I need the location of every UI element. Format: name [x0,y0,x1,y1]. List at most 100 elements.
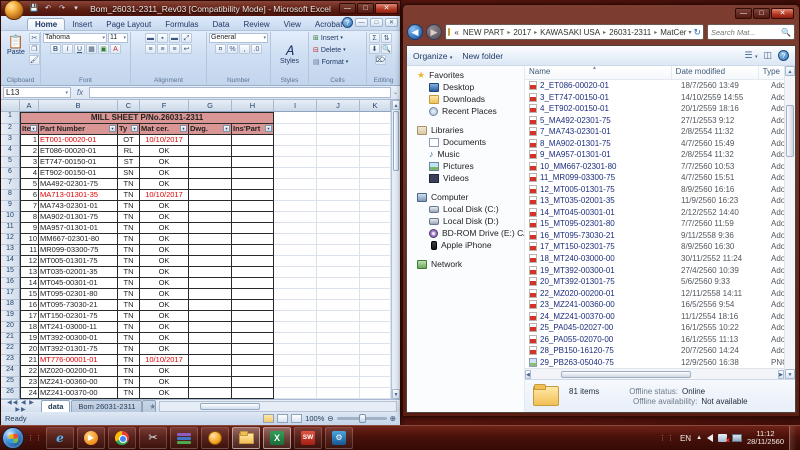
sidebar-item-favorites[interactable]: ★Favorites [407,69,524,81]
grid-cell[interactable]: TN [118,289,140,300]
breadcrumb-overflow[interactable]: « [452,28,460,37]
grid-cell[interactable] [274,256,317,267]
percent-button[interactable]: % [227,44,238,54]
grid-cell[interactable] [189,146,232,157]
grid-cell[interactable] [189,300,232,311]
grid-cell[interactable]: OK [140,366,189,377]
grid-cell[interactable]: OK [140,289,189,300]
grid-cell[interactable] [189,179,232,190]
file-row[interactable]: 4_ET902-00150-0120/1/2559 18:16Adobe Acr… [525,103,784,115]
grid-cell[interactable] [360,135,391,146]
grid-cell[interactable]: MA492-02301-75 [39,179,118,190]
grid-cell[interactable] [232,256,274,267]
grid-cell[interactable] [317,355,360,366]
grid-cell[interactable]: MM667-02301-80 [39,234,118,245]
grid-cell[interactable] [232,179,274,190]
explorer-hscroll-thumb[interactable] [561,371,691,378]
zoom-out-icon[interactable]: ⊖ [327,414,333,423]
breadcrumb-segment[interactable]: KAWASAKI USA [538,28,602,37]
grid-cell[interactable] [360,388,391,399]
grid-cell[interactable] [189,234,232,245]
filter-header-partnumber[interactable]: ▾Part Number [39,124,118,135]
row-header-21[interactable]: 21 [1,333,20,344]
grid-cell[interactable] [274,190,317,201]
name-box[interactable]: L13▾ [3,87,71,98]
taskbar-icon-excel[interactable]: X [263,427,291,449]
grid-cell[interactable] [232,212,274,223]
grid-cell[interactable]: 7 [20,201,39,212]
grid-cell[interactable]: 5 [20,179,39,190]
grid-cell[interactable] [232,322,274,333]
grid-cell[interactable] [189,355,232,366]
grid-cell[interactable]: TN [118,212,140,223]
row-header-19[interactable]: 19 [1,311,20,322]
zoom-knob[interactable] [359,414,366,423]
grid-cell[interactable] [317,322,360,333]
file-row[interactable]: 23_MZ241-00360-0016/5/2556 9:54Adobe Acr… [525,299,784,311]
grid-cell[interactable]: OK [140,146,189,157]
grid-cell[interactable]: OK [140,245,189,256]
row-header-15[interactable]: 15 [1,267,20,278]
grid-cell[interactable]: TN [118,333,140,344]
column-header-type[interactable]: Type [759,66,784,79]
row-header-25[interactable]: 25 [1,377,20,388]
action-center-flag-icon[interactable] [718,434,727,442]
grid-cell[interactable] [274,157,317,168]
taskbar-icon-media-player[interactable]: ▶ [77,427,105,449]
file-row[interactable]: 11_MR099-03300-754/7/2560 15:51Adobe Acr… [525,172,784,184]
grid-cell[interactable]: TN [118,267,140,278]
grid-cell[interactable]: 11 [20,245,39,256]
filter-header-ite[interactable]: ▾Ite [20,124,39,135]
grid-cell[interactable] [317,157,360,168]
column-header-K[interactable]: K [360,100,391,112]
grid-cell[interactable]: MZ241-00360-00 [39,377,118,388]
grid-cell[interactable] [360,157,391,168]
grid-cell[interactable]: TN [118,256,140,267]
grid-cell[interactable] [360,267,391,278]
sidebar-item-recent-places[interactable]: Recent Places [407,105,524,117]
grid-cell[interactable] [274,223,317,234]
show-desktop-button[interactable] [789,426,796,450]
grid-cell[interactable] [232,223,274,234]
format-painter-button[interactable]: 🖌 [29,55,40,65]
hscroll-left-icon[interactable]: ◀ [525,370,531,379]
grid-cell[interactable] [360,124,391,135]
underline-button[interactable]: U [74,44,85,54]
scroll-down-icon[interactable]: ▼ [392,389,400,399]
grid-cell[interactable] [189,267,232,278]
grid-cell[interactable] [274,112,317,124]
grid-cell[interactable]: TN [118,322,140,333]
network-icon[interactable] [732,434,742,442]
grid-cell[interactable] [232,300,274,311]
excel-vscroll-thumb[interactable] [393,111,399,171]
align-bottom-button[interactable]: ▬ [169,33,180,43]
grid-cell[interactable]: MT005-01301-75 [39,256,118,267]
fill-button[interactable]: ⬇ [369,44,380,54]
styles-button[interactable]: 𝐴 Styles [276,42,303,67]
grid-cell[interactable]: TN [118,344,140,355]
grid-cell[interactable] [317,190,360,201]
forward-button[interactable]: ▶ [426,24,442,40]
grid-cell[interactable] [360,377,391,388]
refresh-icon[interactable]: ↻ [693,27,701,38]
grid-cell[interactable] [317,333,360,344]
grid-cell[interactable]: 20 [20,344,39,355]
redo-button[interactable]: ↷ [56,3,68,14]
grid-cell[interactable] [189,157,232,168]
column-header-J[interactable]: J [317,100,360,112]
file-row[interactable]: 9_MA957-01301-012/8/2554 11:32Adobe Acro [525,149,784,161]
grid-cell[interactable] [317,124,360,135]
sidebar-item-computer[interactable]: Computer [407,191,524,203]
grid-cell[interactable]: 23 [20,377,39,388]
grid-cell[interactable] [360,234,391,245]
file-row[interactable]: 28_PB150-16120-7520/7/2560 14:24Adobe Ac… [525,345,784,357]
grid-cell[interactable]: OK [140,168,189,179]
grid-cell[interactable]: 24 [20,388,39,399]
grid-cell[interactable]: 14 [20,278,39,289]
grid-cell[interactable]: MT095-73030-21 [39,300,118,311]
grid-cell[interactable] [274,212,317,223]
file-row[interactable]: 7_MA743-02301-012/8/2554 11:32Adobe Acro [525,126,784,138]
file-row[interactable]: 14_MT045-00301-012/12/2552 14:40Adobe Ac… [525,207,784,219]
page-break-view-button[interactable] [291,414,302,423]
grid-cell[interactable] [232,245,274,256]
